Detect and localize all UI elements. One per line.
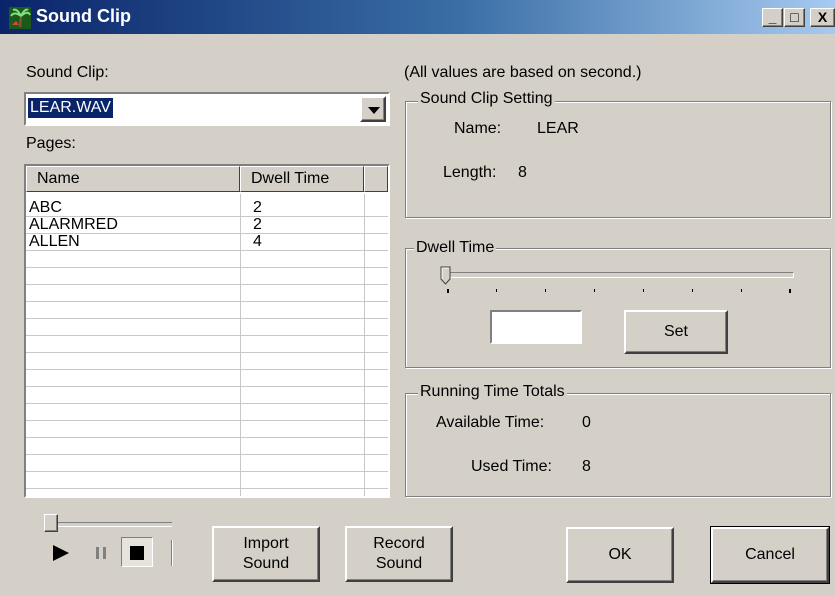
play-icon[interactable]: [50, 542, 72, 564]
clip-length-value: 8: [518, 164, 527, 181]
table-row-empty: [26, 471, 388, 489]
column-header-dwell-time[interactable]: Dwell Time: [240, 166, 364, 192]
table-row-empty: [26, 437, 388, 455]
table-row-empty: [26, 318, 388, 336]
slider-tick: [447, 289, 449, 293]
toolbar-divider: [171, 540, 172, 566]
chevron-down-icon: [368, 107, 380, 114]
column-header-name[interactable]: Name: [26, 166, 240, 192]
table-row-empty: [26, 335, 388, 353]
window-title: Sound Clip: [36, 6, 131, 26]
dwell-slider-thumb[interactable]: [440, 266, 452, 286]
pause-icon[interactable]: [94, 546, 108, 560]
row-dwell: 4: [253, 233, 262, 250]
slider-tick: [496, 289, 497, 292]
cancel-button[interactable]: Cancel: [710, 526, 830, 584]
sound-clip-setting-group: [405, 101, 831, 218]
available-time-label: Available Time:: [436, 414, 545, 431]
used-time-label: Used Time:: [471, 458, 552, 475]
slider-tick: [643, 289, 644, 292]
slider-tick: [692, 289, 693, 292]
dropdown-button[interactable]: [360, 96, 386, 122]
sound-clip-setting-title: Sound Clip Setting: [418, 90, 555, 108]
row-dwell: 2: [253, 199, 262, 216]
slider-tick: [789, 289, 791, 293]
slider-tick: [594, 289, 595, 292]
column-header-spacer: [364, 166, 388, 192]
row-name: ABC: [29, 199, 62, 216]
list-header: Name Dwell Time: [26, 166, 388, 194]
table-row-empty: [26, 284, 388, 302]
sound-clip-selected-value: LEAR.WAV: [28, 98, 113, 118]
record-sound-line1: Record: [373, 535, 425, 552]
clip-length-label: Length:: [443, 164, 497, 181]
dwell-time-input[interactable]: [490, 310, 582, 344]
dwell-time-title: Dwell Time: [414, 239, 497, 257]
table-row-empty: [26, 454, 388, 472]
table-row-empty: [26, 250, 388, 268]
table-row-empty: [26, 369, 388, 387]
slider-tick: [545, 289, 546, 292]
table-row[interactable]: ABC 2: [26, 199, 388, 217]
dwell-time-group: [405, 248, 831, 368]
table-row[interactable]: ALLEN 4: [26, 233, 388, 251]
palm-tree-icon: [9, 7, 31, 29]
record-sound-button[interactable]: Record Sound: [345, 526, 453, 582]
table-row-empty: [26, 267, 388, 285]
set-button[interactable]: Set: [624, 310, 728, 354]
clip-name-value: LEAR: [537, 120, 579, 137]
playback-slider-track[interactable]: [44, 522, 172, 527]
maximize-button[interactable]: □: [784, 8, 805, 27]
import-sound-line2: Sound: [242, 555, 290, 572]
playback-slider-thumb[interactable]: [44, 514, 58, 532]
sound-clip-label: Sound Clip:: [26, 64, 109, 81]
slider-tick: [741, 289, 742, 292]
dwell-slider-track[interactable]: [444, 272, 794, 278]
table-row[interactable]: ALARMRED 2: [26, 216, 388, 234]
sound-clip-select[interactable]: LEAR.WAV: [24, 92, 390, 126]
running-time-totals-group: [405, 393, 831, 497]
import-sound-button[interactable]: Import Sound: [212, 526, 320, 582]
stop-icon: [130, 546, 144, 560]
close-button[interactable]: X: [810, 8, 835, 27]
table-row-empty: [26, 352, 388, 370]
units-note: (All values are based on second.): [404, 64, 642, 81]
row-dwell: 2: [253, 216, 262, 233]
used-time-value: 8: [582, 458, 591, 475]
ok-button[interactable]: OK: [566, 527, 674, 583]
row-name: ALARMRED: [29, 216, 118, 233]
import-sound-line1: Import: [243, 535, 289, 552]
record-sound-line2: Sound: [375, 555, 423, 572]
table-row-empty: [26, 403, 388, 421]
table-row-empty: [26, 301, 388, 319]
available-time-value: 0: [582, 414, 591, 431]
minimize-button[interactable]: _: [762, 8, 783, 27]
row-name: ALLEN: [29, 233, 80, 250]
running-time-totals-title: Running Time Totals: [418, 383, 567, 401]
pages-label: Pages:: [26, 135, 76, 152]
table-row-empty: [26, 420, 388, 438]
clip-name-label: Name:: [454, 120, 502, 137]
table-row-empty: [26, 386, 388, 404]
stop-button[interactable]: [121, 537, 153, 567]
